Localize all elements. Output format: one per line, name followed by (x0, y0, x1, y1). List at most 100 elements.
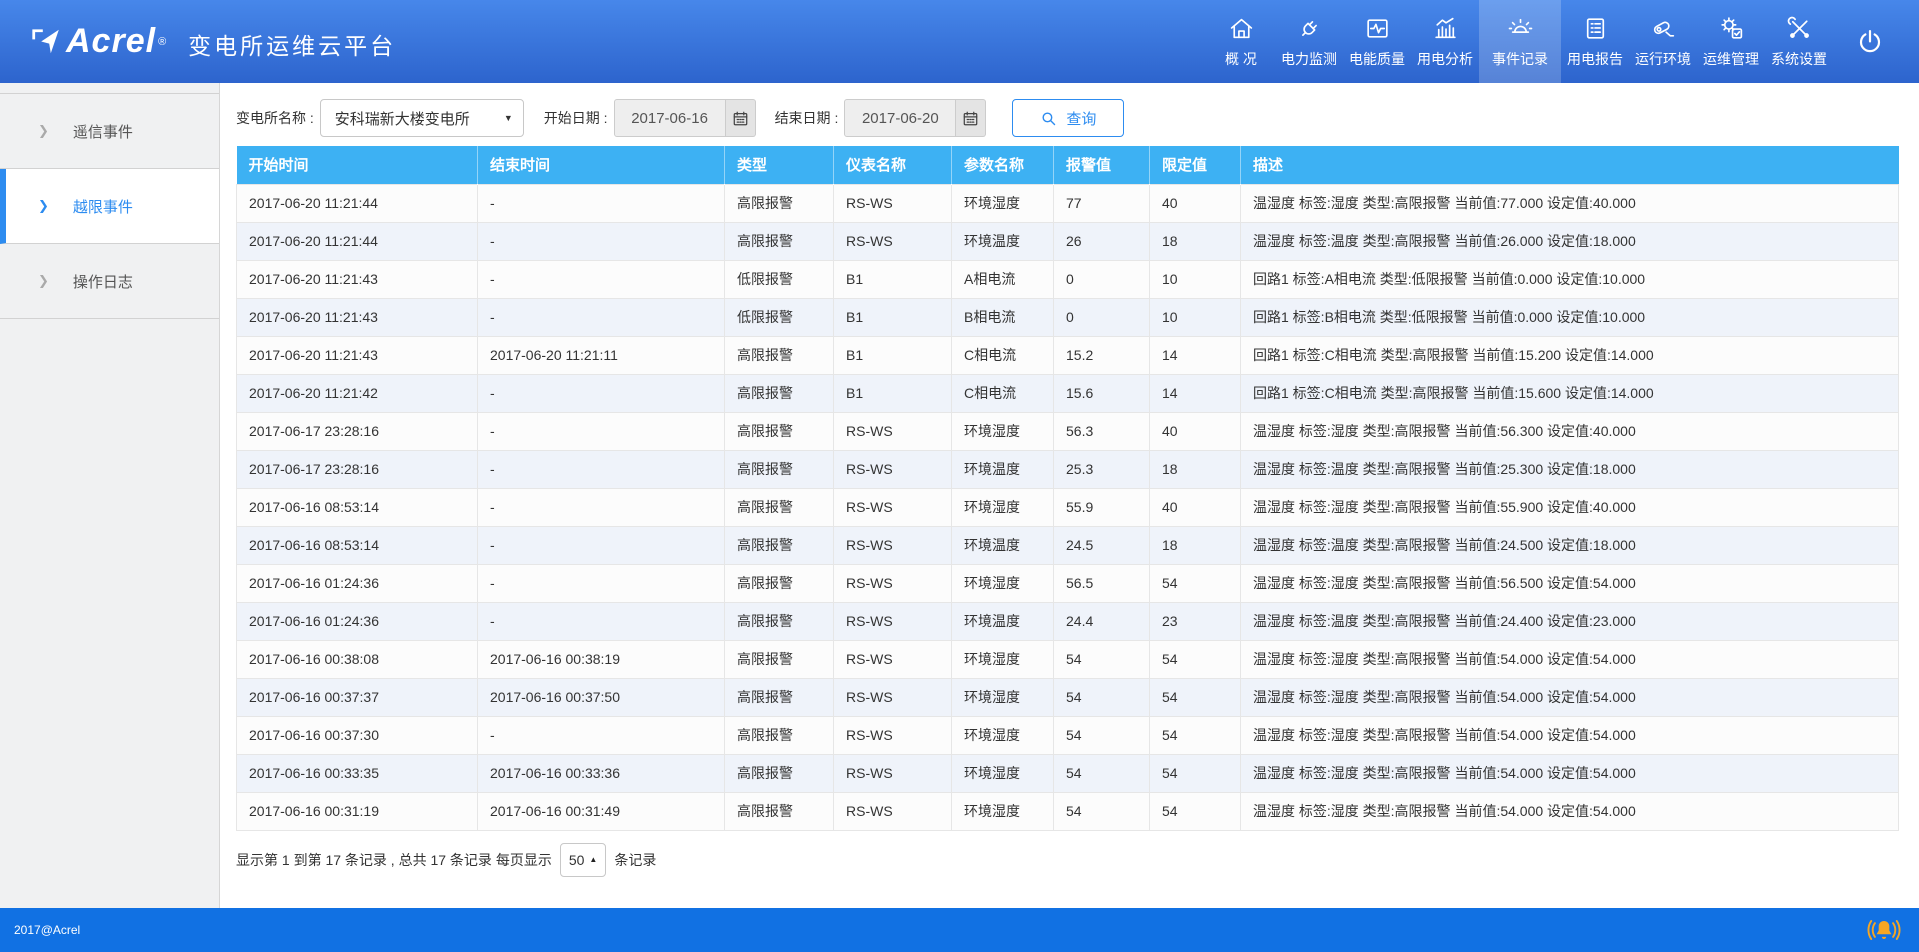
table-cell: 2017-06-20 11:21:43 (237, 260, 478, 298)
nav-item-power-monitoring[interactable]: 电力监测 (1275, 0, 1343, 83)
table-cell: RS-WS (834, 754, 952, 792)
table-cell: 54 (1054, 792, 1150, 830)
table-cell: 高限报警 (725, 412, 834, 450)
end-date-label: 结束日期 : (775, 108, 839, 128)
calendar-icon[interactable] (956, 99, 986, 137)
table-cell: 56.3 (1054, 412, 1150, 450)
table-cell: 2017-06-16 00:37:37 (237, 678, 478, 716)
calendar-icon[interactable] (726, 99, 756, 137)
table-cell: 54 (1054, 716, 1150, 754)
table-row: 2017-06-16 01:24:36-高限报警RS-WS环境湿度56.554温… (237, 564, 1899, 602)
table-cell: 54 (1150, 716, 1241, 754)
main-layout: ❯遥信事件❯越限事件❯操作日志 变电所名称 : 安科瑞新大楼变电所 ▼ 开始日期… (0, 83, 1919, 908)
table-cell: 温湿度 标签:湿度 类型:高限报警 当前值:54.000 设定值:54.000 (1241, 678, 1899, 716)
table-cell: RS-WS (834, 222, 952, 260)
table-row: 2017-06-16 00:37:30-高限报警RS-WS环境湿度5454温湿度… (237, 716, 1899, 754)
table-cell: 54 (1054, 640, 1150, 678)
table-row: 2017-06-17 23:28:16-高限报警RS-WS环境温度25.318温… (237, 450, 1899, 488)
table-cell: 2017-06-17 23:28:16 (237, 450, 478, 488)
table-cell: B1 (834, 336, 952, 374)
nav-item-overview[interactable]: 概 况 (1207, 0, 1275, 83)
table-cell: 54 (1054, 678, 1150, 716)
table-cell: 环境湿度 (952, 754, 1054, 792)
content-area: 变电所名称 : 安科瑞新大楼变电所 ▼ 开始日期 : 结束日期 : 查询 (220, 83, 1919, 908)
table-cell: - (478, 374, 725, 412)
copyright: 2017@Acrel (14, 923, 80, 937)
table-cell: 14 (1150, 336, 1241, 374)
table-cell: 2017-06-16 08:53:14 (237, 526, 478, 564)
chevron-right-icon: ❯ (38, 123, 49, 139)
nav-item-power-analysis[interactable]: 用电分析 (1411, 0, 1479, 83)
table-cell: 2017-06-16 00:38:08 (237, 640, 478, 678)
table-cell: 2017-06-20 11:21:42 (237, 374, 478, 412)
nav-item-system-settings[interactable]: 系统设置 (1765, 0, 1833, 83)
table-cell: 温湿度 标签:温度 类型:高限报警 当前值:26.000 设定值:18.000 (1241, 222, 1899, 260)
chevron-right-icon: ❯ (38, 198, 49, 214)
table-cell: RS-WS (834, 488, 952, 526)
end-date-input[interactable] (844, 99, 956, 137)
nav-item-label: 用电分析 (1417, 49, 1473, 69)
table-cell: 高限报警 (725, 792, 834, 830)
table-cell: 15.2 (1054, 336, 1150, 374)
table-cell: 2017-06-16 00:37:30 (237, 716, 478, 754)
table-cell: 温湿度 标签:温度 类型:高限报警 当前值:24.500 设定值:18.000 (1241, 526, 1899, 564)
table-cell: 2017-06-16 00:38:19 (478, 640, 725, 678)
table-cell: 环境湿度 (952, 640, 1054, 678)
table-cell: 0 (1054, 260, 1150, 298)
table-cell: 环境温度 (952, 222, 1054, 260)
table-cell: 回路1 标签:A相电流 类型:低限报警 当前值:0.000 设定值:10.000 (1241, 260, 1899, 298)
table-cell: 温湿度 标签:湿度 类型:高限报警 当前值:54.000 设定值:54.000 (1241, 716, 1899, 754)
table-cell: 低限报警 (725, 298, 834, 336)
sidebar-item-operation-logs[interactable]: ❯操作日志 (0, 244, 219, 319)
nav-item-event-records[interactable]: 事件记录 (1479, 0, 1561, 83)
power-button[interactable] (1841, 0, 1899, 83)
table-cell: 54 (1150, 754, 1241, 792)
table-cell: - (478, 450, 725, 488)
column-header: 结束时间 (478, 146, 725, 184)
query-button[interactable]: 查询 (1012, 99, 1124, 137)
pagination: 显示第 1 到第 17 条记录 , 总共 17 条记录 每页显示 50 ▲ 条记… (236, 843, 1900, 877)
query-button-label: 查询 (1066, 108, 1096, 129)
table-row: 2017-06-20 11:21:432017-06-20 11:21:11高限… (237, 336, 1899, 374)
table-cell: 环境湿度 (952, 716, 1054, 754)
events-table: 开始时间结束时间类型仪表名称参数名称报警值限定值描述 2017-06-20 11… (236, 146, 1899, 831)
table-cell: 18 (1150, 222, 1241, 260)
station-select[interactable]: 安科瑞新大楼变电所 ▼ (320, 99, 524, 137)
table-cell: 55.9 (1054, 488, 1150, 526)
chevron-right-icon: ❯ (38, 273, 49, 289)
table-cell: 2017-06-16 08:53:14 (237, 488, 478, 526)
nav-item-power-quality[interactable]: 电能质量 (1343, 0, 1411, 83)
table-cell: - (478, 564, 725, 602)
table-cell: 温湿度 标签:湿度 类型:高限报警 当前值:54.000 设定值:54.000 (1241, 640, 1899, 678)
table-cell: 回路1 标签:C相电流 类型:高限报警 当前值:15.200 设定值:14.00… (1241, 336, 1899, 374)
column-header: 报警值 (1054, 146, 1150, 184)
nav-item-label: 事件记录 (1492, 49, 1548, 69)
table-cell: B1 (834, 298, 952, 336)
table-cell: - (478, 222, 725, 260)
nav-item-om-management[interactable]: 运维管理 (1697, 0, 1765, 83)
gear-icon (1718, 15, 1745, 42)
sidebar-item-label: 越限事件 (73, 196, 133, 217)
table-row: 2017-06-16 00:31:192017-06-16 00:31:49高限… (237, 792, 1899, 830)
table-cell: RS-WS (834, 526, 952, 564)
table-cell: 40 (1150, 184, 1241, 222)
page-size-dropdown[interactable]: 50 ▲ (560, 843, 607, 877)
table-cell: 环境温度 (952, 450, 1054, 488)
nav-item-operating-environment[interactable]: 运行环境 (1629, 0, 1697, 83)
table-cell: 低限报警 (725, 260, 834, 298)
table-cell: 高限报警 (725, 754, 834, 792)
table-cell: 环境湿度 (952, 412, 1054, 450)
table-cell: 25.3 (1054, 450, 1150, 488)
start-date-input[interactable] (614, 99, 726, 137)
table-cell: 高限报警 (725, 488, 834, 526)
nav-item-power-report[interactable]: 用电报告 (1561, 0, 1629, 83)
column-header: 参数名称 (952, 146, 1054, 184)
sidebar-item-limit-violation-events[interactable]: ❯ 越限事件 (0, 169, 219, 244)
nav-item-label: 概 况 (1225, 49, 1257, 69)
table-cell: 40 (1150, 488, 1241, 526)
table-cell: 高限报警 (725, 640, 834, 678)
table-cell: 18 (1150, 526, 1241, 564)
table-cell: RS-WS (834, 640, 952, 678)
sidebar-item-remote-signal-events[interactable]: ❯遥信事件 (0, 94, 219, 169)
bell-icon[interactable] (1867, 916, 1901, 944)
